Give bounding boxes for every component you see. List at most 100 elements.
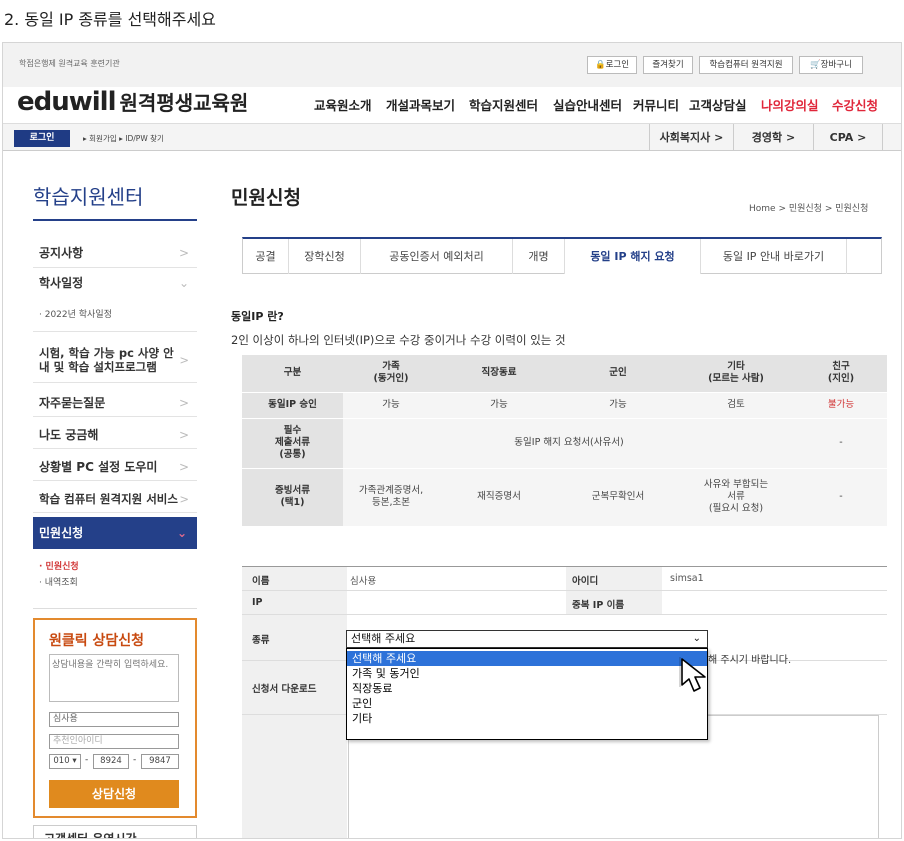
lnb-item-pc-spec[interactable]: 시험, 학습 가능 pc 사양 안내 및 학습 설치프로그램 > bbox=[33, 339, 197, 383]
tab-certificate-exception[interactable]: 공동인증서 예외처리 bbox=[361, 239, 513, 274]
row-label: 필수 제출서류 (공통) bbox=[242, 418, 343, 469]
type-label: 종류 bbox=[252, 635, 270, 646]
table-cell: 사유와 부합되는 서류 (필요시 요청) bbox=[677, 468, 795, 527]
select-option[interactable]: 군인 bbox=[347, 696, 707, 711]
table-cell: 재직증명서 bbox=[439, 468, 559, 527]
lnb-item-pc-helper[interactable]: 상황별 PC 설정 도우미 > bbox=[33, 453, 197, 481]
table-cell: 불가능 bbox=[795, 392, 887, 419]
table-header: 친구 (지인) bbox=[795, 355, 887, 393]
gnb-item-practice-center[interactable]: 실습안내센터 bbox=[553, 95, 622, 114]
chevron-down-icon: ⌄ bbox=[176, 526, 187, 540]
row-label: 동일IP 승인 bbox=[242, 392, 343, 419]
form-label-col bbox=[242, 715, 347, 838]
select-option[interactable]: 기타 bbox=[347, 711, 707, 726]
petition-tabs: 공결 장학신청 공동인증서 예외처리 개명 동일 IP 해지 요청 동일 IP … bbox=[242, 237, 882, 274]
name-label: 이름 bbox=[252, 576, 270, 587]
ip-label: IP bbox=[252, 597, 263, 608]
consult-referrer-field[interactable]: 추천인아이디 bbox=[49, 734, 179, 749]
lock-icon: 🔒 bbox=[594, 60, 606, 70]
lnb-divider bbox=[33, 219, 197, 221]
lnb-item-curious[interactable]: 나도 궁금해 > bbox=[33, 421, 197, 449]
lnb-separator bbox=[33, 608, 197, 609]
select-option[interactable]: 직장동료 bbox=[347, 681, 707, 696]
gnb-item-customer-center[interactable]: 고객상담실 bbox=[689, 95, 747, 114]
table-header: 군인 bbox=[559, 355, 677, 393]
tab-same-ip-release[interactable]: 동일 IP 해지 요청 bbox=[565, 239, 701, 274]
table-cell: 가능 bbox=[439, 392, 559, 419]
phone-prefix-select[interactable]: 010 ▾ bbox=[49, 754, 81, 769]
select-option[interactable]: 선택해 주세요 bbox=[347, 651, 707, 666]
lnb-sub-petition[interactable]: · 민원신청 bbox=[39, 559, 79, 572]
sidetab-cpa[interactable]: CPA > bbox=[813, 124, 883, 151]
consult-name-field[interactable]: 심사용 bbox=[49, 712, 179, 727]
select-option[interactable]: 가족 및 동거인 bbox=[347, 666, 707, 681]
table-header: 직장동료 bbox=[439, 355, 559, 393]
tab-scholarship[interactable]: 장학신청 bbox=[289, 239, 361, 274]
table-cell: 가능 bbox=[343, 392, 439, 419]
lnb-sub-history[interactable]: · 내역조회 bbox=[39, 575, 78, 588]
lnb-item-faq[interactable]: 자주묻는질문 > bbox=[33, 389, 197, 417]
download-label: 신청서 다운로드 bbox=[252, 684, 317, 695]
gnb-item-learning-support[interactable]: 학습지원센터 bbox=[469, 95, 538, 114]
login-link[interactable]: 🔒로그인 bbox=[587, 56, 637, 74]
join-find-links[interactable]: ▸ 회원가입 ▸ ID/PW 찾기 bbox=[83, 133, 164, 144]
same-ip-description: 2인 이상이 하나의 인터넷(IP)으로 수강 중이거나 수강 이력이 있는 것 bbox=[231, 333, 566, 347]
table-header: 구분 bbox=[242, 355, 343, 393]
table-cell: - bbox=[795, 468, 887, 527]
tutorial-caption: 2. 동일 IP 종류를 선택해주세요 bbox=[4, 10, 216, 29]
id-value: simsa1 bbox=[670, 573, 704, 584]
phone-middle-field[interactable]: 8924 bbox=[93, 754, 129, 769]
application-form: 이름 심사용 아이디 simsa1 IP 중복 IP 이름 종류 신청서 다운로… bbox=[242, 566, 887, 838]
type-select[interactable]: 선택해 주세요 ⌄ bbox=[346, 630, 708, 648]
tab-same-ip-guide[interactable]: 동일 IP 안내 바로가기 bbox=[701, 239, 847, 274]
table-cell: 가능 bbox=[559, 392, 677, 419]
sidetab-business[interactable]: 경영학 > bbox=[733, 124, 813, 151]
form-row-name: 이름 심사용 아이디 simsa1 bbox=[242, 567, 887, 591]
lnb-item-notice[interactable]: 공지사항 > bbox=[33, 238, 197, 268]
consult-submit-button[interactable]: 상담신청 bbox=[49, 780, 179, 808]
breadcrumb: Home > 민원신청 > 민원신청 bbox=[749, 204, 869, 214]
login-button[interactable]: 로그인 bbox=[14, 130, 70, 147]
remote-support-link[interactable]: 학습컴퓨터 원격지원 bbox=[699, 56, 793, 74]
gnb-item-enrollment[interactable]: 수강신청 bbox=[832, 95, 878, 114]
site-logo[interactable]: eduwill 원격평생교육원 bbox=[17, 87, 248, 117]
lnb-item-schedule[interactable]: 학사일정 ⌄ bbox=[33, 268, 197, 298]
lnb-title: 학습지원센터 bbox=[33, 185, 144, 209]
org-label: 학점은행제 원격교육 훈련기관 bbox=[19, 59, 120, 68]
type-hint-text: 해 주시기 바랍니다. bbox=[708, 655, 792, 666]
gnb-item-about[interactable]: 교육원소개 bbox=[314, 95, 372, 114]
customer-hours-box: 고객센터 운영시간 bbox=[33, 825, 197, 838]
table-cell: 검토 bbox=[677, 392, 795, 419]
table-cell: - bbox=[795, 418, 887, 469]
gnb-item-community[interactable]: 커뮤니티 bbox=[633, 95, 679, 114]
table-header: 가족 (동거인) bbox=[343, 355, 439, 393]
bookmark-link[interactable]: 즐겨찾기 bbox=[643, 56, 693, 74]
lnb-item-remote-service[interactable]: 학습 컴퓨터 원격지원 서비스 > bbox=[33, 485, 197, 513]
lnb-item-civil-petition[interactable]: 민원신청 ⌄ bbox=[33, 517, 197, 549]
gnb-item-courses[interactable]: 개설과목보기 bbox=[386, 95, 455, 114]
gnb-item-my-classroom[interactable]: 나의강의실 bbox=[761, 95, 819, 114]
quick-consult-box: 원클릭 상담신청 심사용 추천인아이디 010 ▾ - 8924 - 9847 … bbox=[33, 618, 197, 818]
top-utility-bar: 학점은행제 원격교육 훈련기관 🔒로그인 즐겨찾기 학습컴퓨터 원격지원 🛒장바… bbox=[3, 43, 901, 87]
same-ip-heading: 동일IP 란? bbox=[231, 310, 284, 323]
sidetab-social-worker[interactable]: 사회복지사 > bbox=[649, 124, 733, 151]
form-row-ip: IP 중복 IP 이름 bbox=[242, 591, 887, 615]
mouse-pointer-icon bbox=[679, 657, 706, 692]
table-cell: 동일IP 해지 요청서(사유서) bbox=[343, 418, 795, 469]
tab-absence[interactable]: 공결 bbox=[243, 239, 289, 274]
same-ip-table: 구분 가족 (동거인) 직장동료 군인 기타 (모르는 사람) 친구 (지인) … bbox=[242, 355, 887, 527]
consult-content-input[interactable] bbox=[49, 654, 179, 702]
tab-rename[interactable]: 개명 bbox=[513, 239, 565, 274]
page-title: 민원신청 bbox=[231, 187, 301, 209]
brand-logo-text: eduwill bbox=[17, 87, 117, 117]
table-cell: 가족관계증명서, 등본,초본 bbox=[343, 468, 439, 527]
chevron-down-icon: ⌄ bbox=[692, 633, 701, 644]
lnb-sub-schedule-2022[interactable]: · 2022년 학사일정 bbox=[39, 307, 112, 320]
cart-icon: 🛒 bbox=[810, 60, 821, 70]
row-label: 증빙서류 (택1) bbox=[242, 468, 343, 527]
name-value: 심사용 bbox=[350, 576, 377, 587]
cart-link[interactable]: 🛒장바구니 bbox=[799, 56, 863, 74]
dup-ip-name-label: 중복 IP 이름 bbox=[572, 600, 625, 611]
brand-logo-name: 원격평생교육원 bbox=[119, 91, 249, 115]
phone-last-field[interactable]: 9847 bbox=[141, 754, 179, 769]
